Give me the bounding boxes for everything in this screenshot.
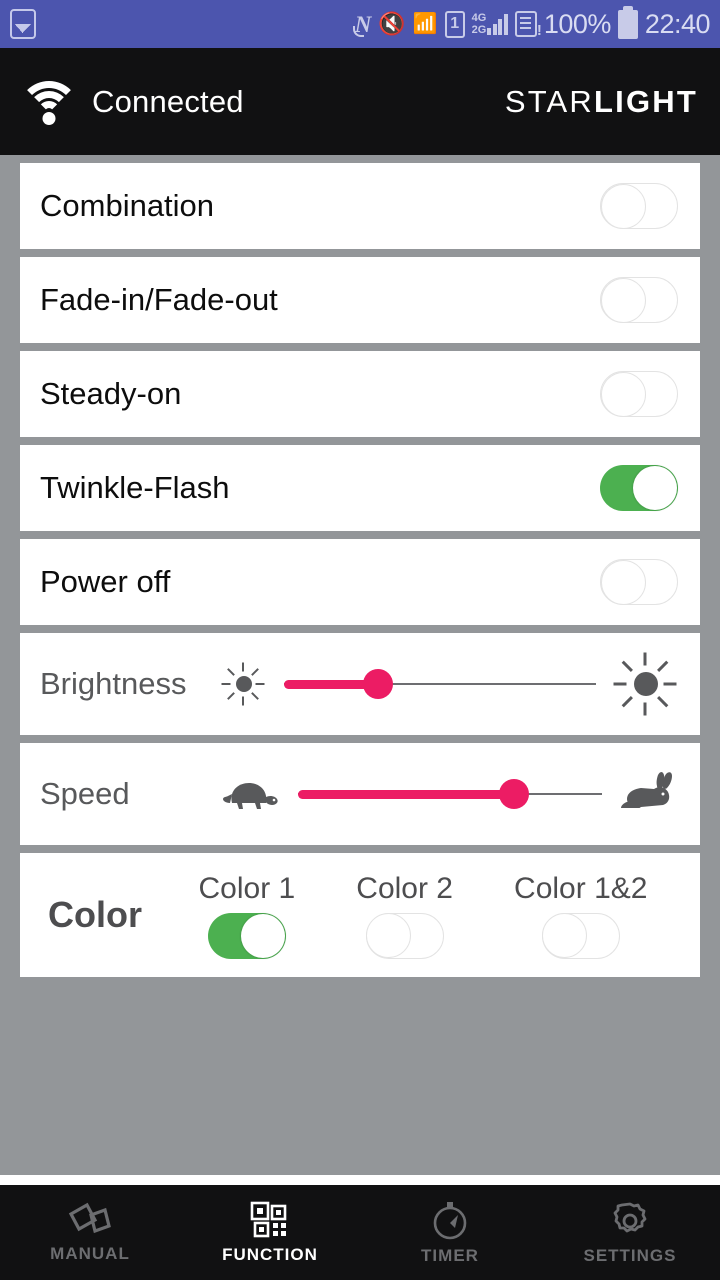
color-option-label: Color 1&2 bbox=[514, 871, 648, 905]
mode-row-power-off[interactable]: Power off bbox=[20, 539, 700, 625]
status-bar-clock: 22:40 bbox=[644, 8, 711, 39]
sim1-icon: 1 bbox=[444, 10, 465, 38]
sun-large-icon bbox=[612, 650, 680, 718]
toggle-power-off[interactable] bbox=[600, 559, 678, 605]
nav-item-timer[interactable]: TIMER bbox=[360, 1200, 540, 1266]
rabbit-icon bbox=[618, 769, 680, 819]
toggle-knob bbox=[633, 466, 677, 510]
toggle-knob bbox=[600, 183, 646, 229]
color-option-label: Color 2 bbox=[356, 871, 453, 905]
toggle-combination[interactable] bbox=[600, 183, 678, 229]
connection-indicator: Connected bbox=[18, 79, 244, 125]
app-header: Connected STARLIGHT bbox=[0, 48, 720, 155]
cards-icon bbox=[68, 1202, 111, 1233]
nav-item-function[interactable]: FUNCTION bbox=[180, 1201, 360, 1265]
color-section-title: Color bbox=[48, 894, 142, 935]
color-options: Color 1 Color 2 Color 1&2 bbox=[142, 872, 678, 959]
qr-grid-icon bbox=[250, 1201, 287, 1237]
nav-spacer bbox=[0, 1175, 720, 1185]
stopwatch-icon bbox=[433, 1201, 467, 1239]
app-screen: N 🔇 📶 1 4G2G 100% 22:40 Connected STARLI… bbox=[0, 0, 720, 1280]
toggle-knob bbox=[600, 559, 646, 605]
logo-star: STAR bbox=[504, 83, 594, 119]
toggle-color-2[interactable] bbox=[365, 912, 444, 959]
logo-light: LIGHT bbox=[594, 83, 698, 119]
sun-small-icon bbox=[220, 660, 268, 708]
brightness-slider[interactable] bbox=[284, 664, 596, 704]
vibrate-mute-icon: 🔇 bbox=[378, 11, 406, 36]
color-option-label: Color 1 bbox=[198, 871, 296, 905]
toggle-twinkle-flash[interactable] bbox=[600, 465, 678, 511]
gallery-icon bbox=[10, 9, 36, 39]
toggle-fade-in-fade-out[interactable] bbox=[600, 277, 678, 323]
wifi-icon: 📶 bbox=[412, 13, 438, 35]
slider-thumb[interactable] bbox=[362, 669, 393, 699]
app-logo: STARLIGHT bbox=[505, 84, 698, 120]
nav-label: FUNCTION bbox=[222, 1244, 318, 1264]
main-content: Combination Fade-in/Fade-out Steady-on T… bbox=[0, 155, 720, 1175]
sim-card-alert-icon bbox=[514, 11, 542, 39]
toggle-knob bbox=[542, 913, 588, 958]
toggle-knob bbox=[366, 913, 412, 958]
nav-label: MANUAL bbox=[50, 1243, 130, 1263]
color-section: Color Color 1 Color 2 Color 1&2 bbox=[20, 853, 700, 977]
brightness-label: Brightness bbox=[40, 666, 187, 701]
signal-labels: 4G 2G bbox=[471, 12, 487, 36]
color-option-1[interactable]: Color 1 bbox=[198, 871, 296, 959]
battery-full-icon bbox=[617, 5, 638, 39]
mode-label: Fade-in/Fade-out bbox=[40, 282, 278, 317]
nav-label: TIMER bbox=[421, 1245, 479, 1265]
mode-label: Twinkle-Flash bbox=[40, 470, 230, 505]
mode-row-twinkle-flash[interactable]: Twinkle-Flash bbox=[20, 445, 700, 531]
speed-row: Speed bbox=[20, 743, 700, 845]
nav-item-manual[interactable]: MANUAL bbox=[0, 1202, 180, 1264]
toggle-knob bbox=[600, 277, 646, 323]
toggle-color-1and2[interactable] bbox=[541, 912, 620, 959]
slider-fill bbox=[298, 789, 514, 799]
signal-4g-2g-icon: 4G 2G bbox=[472, 12, 508, 36]
signal-bars bbox=[487, 13, 508, 35]
slider-thumb[interactable] bbox=[498, 779, 529, 809]
toggle-knob bbox=[240, 913, 285, 958]
mode-label: Combination bbox=[40, 188, 215, 223]
mode-label: Steady-on bbox=[40, 376, 182, 411]
mode-label: Power off bbox=[40, 564, 171, 599]
status-bar-notifications bbox=[10, 9, 355, 39]
nfc-icon: N bbox=[352, 11, 372, 37]
wifi-icon bbox=[18, 79, 80, 125]
status-bar-system-icons: N 🔇 📶 1 4G2G 100% 22:40 bbox=[352, 5, 711, 40]
toggle-steady-on[interactable] bbox=[600, 371, 678, 417]
speed-slider[interactable] bbox=[298, 774, 602, 814]
android-status-bar: N 🔇 📶 1 4G2G 100% 22:40 bbox=[0, 0, 720, 48]
speed-label: Speed bbox=[40, 776, 130, 811]
color-option-1and2[interactable]: Color 1&2 bbox=[514, 872, 647, 959]
turtle-icon bbox=[220, 773, 282, 815]
color-option-2[interactable]: Color 2 bbox=[356, 872, 453, 959]
mode-row-steady-on[interactable]: Steady-on bbox=[20, 351, 700, 437]
bottom-navigation: MANUAL FUNCTION TIMER SETTINGS bbox=[0, 1185, 720, 1280]
brightness-row: Brightness bbox=[20, 633, 700, 735]
toggle-color-1[interactable] bbox=[207, 912, 286, 959]
nav-label: SETTINGS bbox=[583, 1245, 677, 1265]
mode-row-fade[interactable]: Fade-in/Fade-out bbox=[20, 257, 700, 343]
battery-percent: 100% bbox=[543, 8, 612, 39]
gear-icon bbox=[613, 1202, 647, 1232]
toggle-knob bbox=[600, 371, 646, 417]
nav-item-settings[interactable]: SETTINGS bbox=[540, 1200, 720, 1266]
connection-status-label: Connected bbox=[92, 83, 244, 119]
mode-row-combination[interactable]: Combination bbox=[20, 163, 700, 249]
